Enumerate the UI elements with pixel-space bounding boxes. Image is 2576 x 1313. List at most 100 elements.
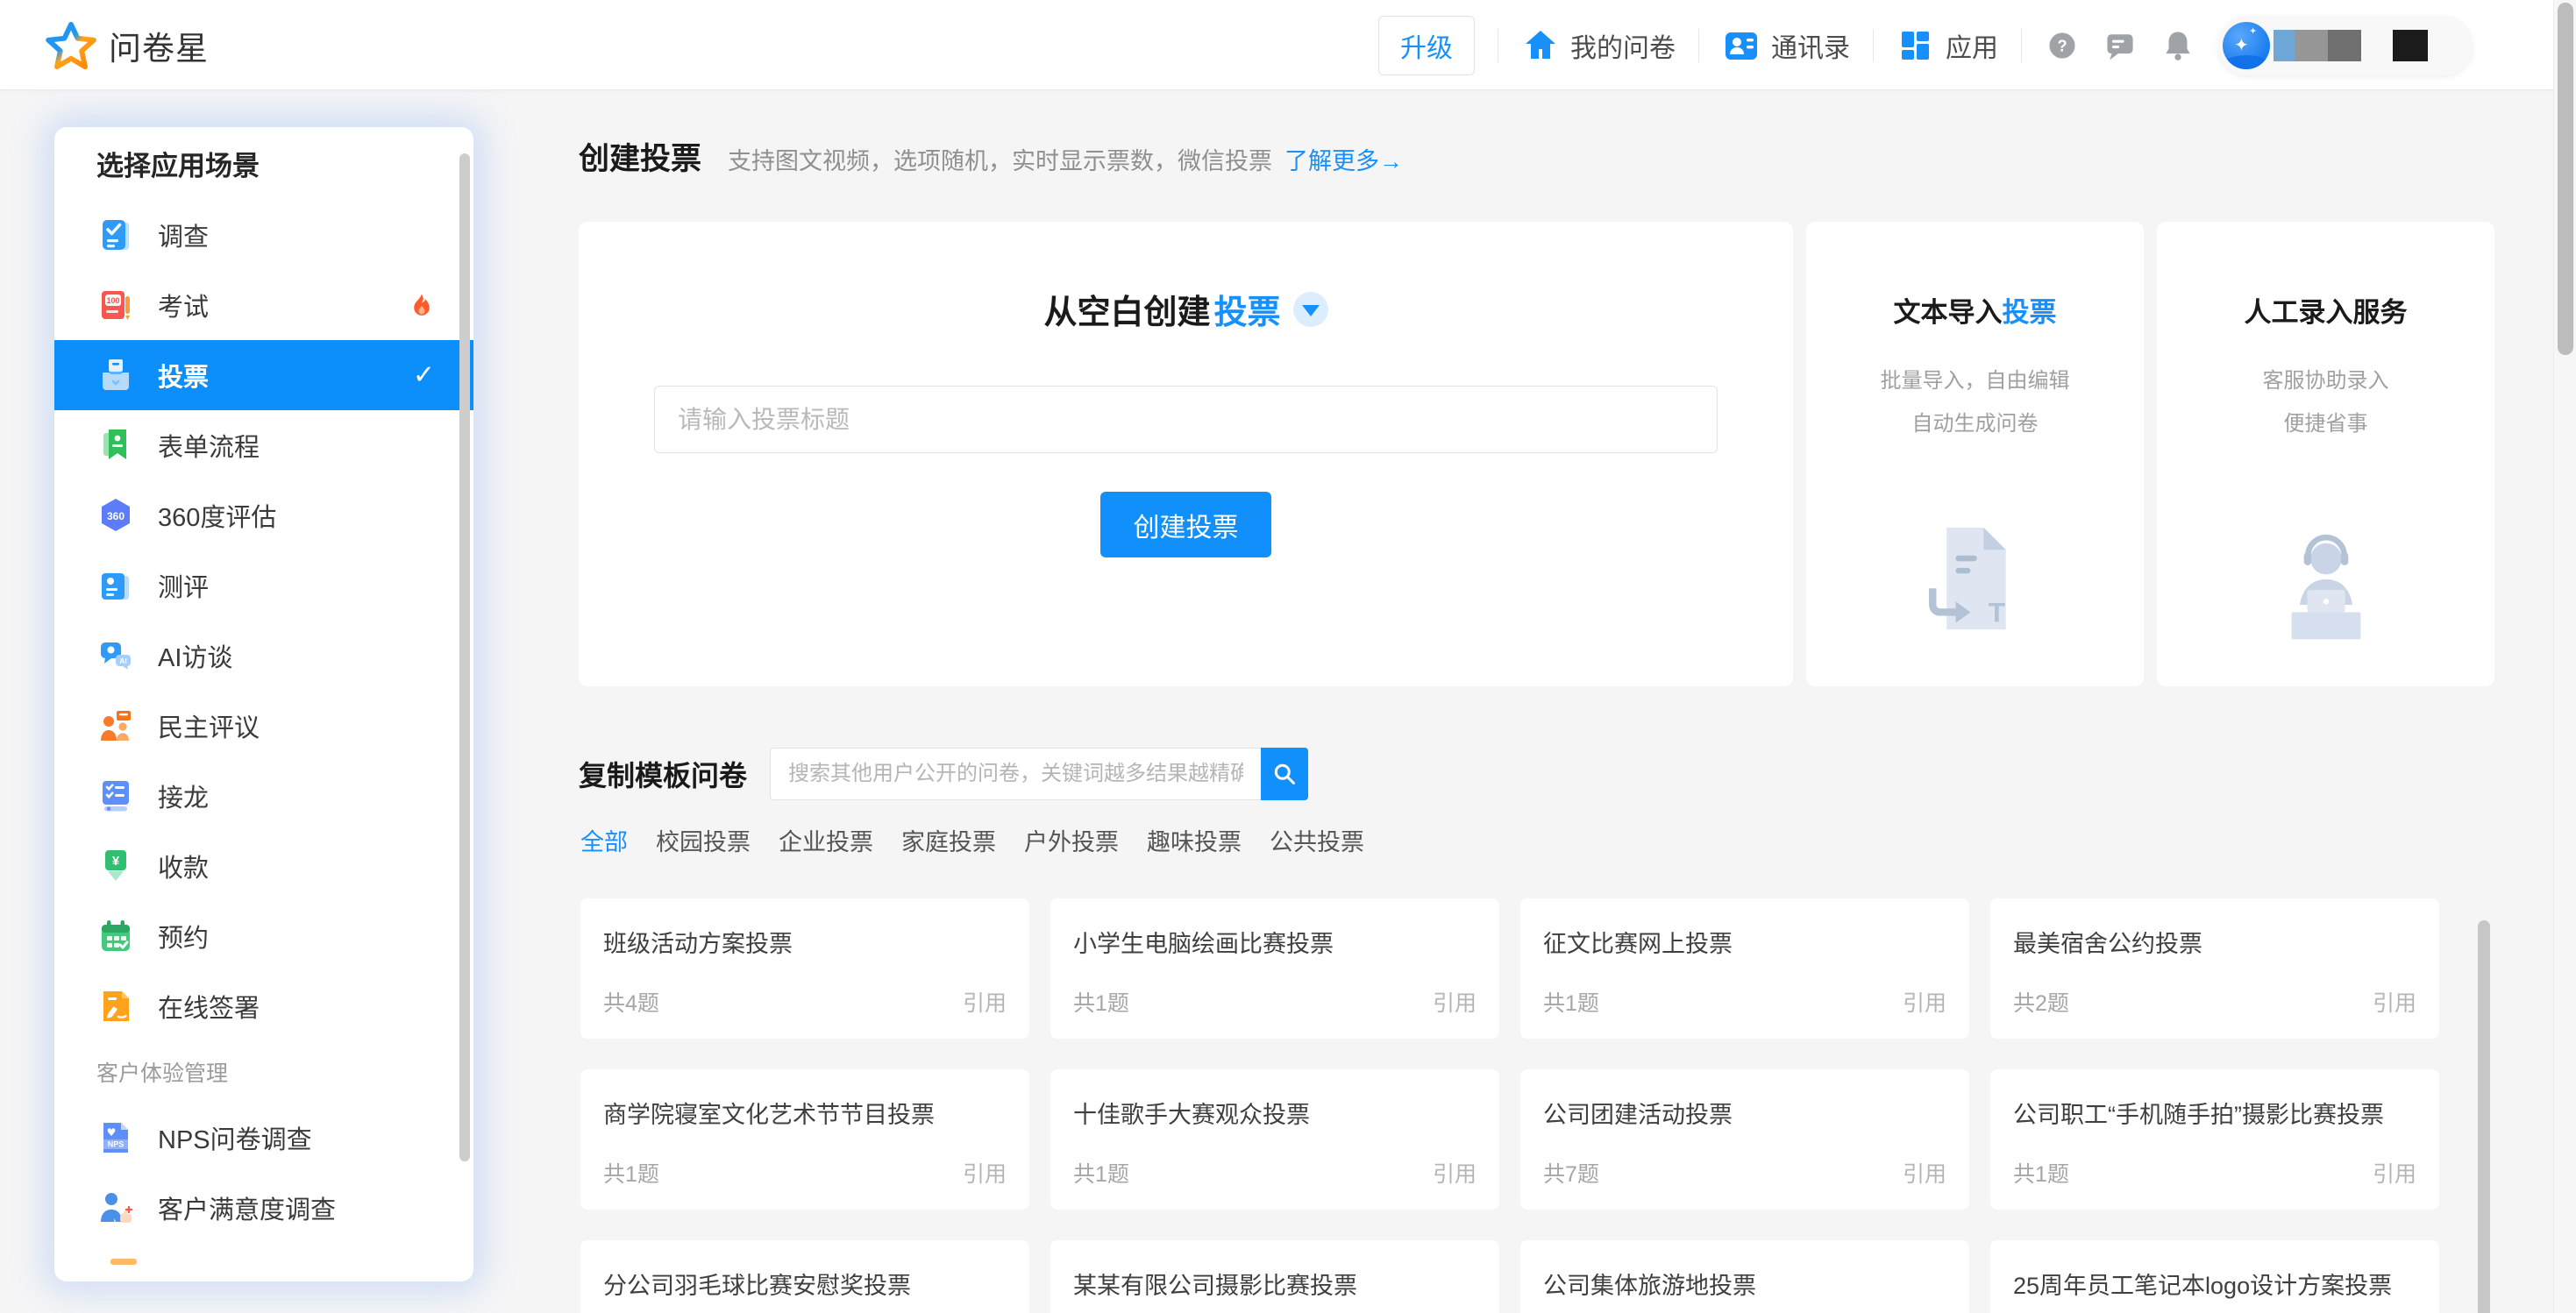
learn-more-link[interactable]: 了解更多→ bbox=[1284, 142, 1403, 181]
nav-apps[interactable]: 应用 bbox=[1896, 26, 1998, 65]
blank-title-black: 从空白创建 bbox=[1043, 285, 1210, 333]
assessment-icon bbox=[96, 566, 135, 605]
nav-label: 我的问卷 bbox=[1570, 26, 1676, 65]
template-card[interactable]: 公司集体旅游地投票 bbox=[1520, 1240, 1969, 1313]
page-scrollbar[interactable] bbox=[2553, 0, 2576, 1313]
template-card[interactable]: 班级活动方案投票 共4题 引用 bbox=[580, 898, 1029, 1039]
page-scrollbar-thumb[interactable] bbox=[2558, 3, 2573, 355]
quote-button[interactable]: 引用 bbox=[2373, 1157, 2416, 1189]
text-import-card[interactable]: 文本导入投票 批量导入，自由编辑 自动生成问卷 T bbox=[1806, 222, 2144, 686]
template-card[interactable]: 商学院寝室文化艺术节节目投票 共1题 引用 bbox=[580, 1069, 1029, 1210]
nav-contacts[interactable]: 通讯录 bbox=[1722, 26, 1850, 65]
sidebar-item-survey[interactable]: 调查 bbox=[54, 200, 473, 270]
content-scrollbar-thumb[interactable] bbox=[2478, 920, 2490, 1313]
quote-button[interactable]: 引用 bbox=[2373, 986, 2416, 1018]
nav-label: 应用 bbox=[1946, 26, 1998, 65]
quote-button[interactable]: 引用 bbox=[963, 1157, 1007, 1189]
form-flow-icon bbox=[96, 426, 135, 465]
sidebar-scrollbar-thumb[interactable] bbox=[459, 153, 470, 1161]
notification-icon[interactable] bbox=[2160, 28, 2195, 63]
template-card[interactable]: 分公司羽毛球比赛安慰奖投票 bbox=[580, 1240, 1029, 1313]
tab-public[interactable]: 公共投票 bbox=[1270, 827, 1364, 857]
template-card[interactable]: 征文比赛网上投票 共1题 引用 bbox=[1520, 898, 1969, 1039]
template-card[interactable]: 十佳歌手大赛观众投票 共1题 引用 bbox=[1050, 1069, 1499, 1210]
brand[interactable]: 问卷星 bbox=[46, 0, 209, 90]
sidebar-item-booking[interactable]: 预约 bbox=[54, 901, 473, 971]
user-account-pill[interactable]: ✦✦ bbox=[2218, 16, 2473, 75]
avatar: ✦✦ bbox=[2223, 22, 2270, 69]
manual-entry-card[interactable]: 人工录入服务 客服协助录入 便捷省事 bbox=[2157, 222, 2494, 686]
template-title: 公司职工“手机随手拍”摄影比赛投票 bbox=[1990, 1069, 2439, 1130]
create-vote-button[interactable]: 创建投票 bbox=[1100, 492, 1271, 557]
quote-button[interactable]: 引用 bbox=[1433, 1157, 1477, 1189]
tab-fun[interactable]: 趣味投票 bbox=[1147, 827, 1242, 857]
sidebar-item-ai-interview[interactable]: AI AI访谈 bbox=[54, 621, 473, 691]
import-title-blue: 投票 bbox=[2003, 297, 2057, 328]
vote-title-input[interactable] bbox=[654, 386, 1718, 453]
sidebar-item-assessment[interactable]: 测评 bbox=[54, 550, 473, 621]
question-count: 共1题 bbox=[1073, 986, 1129, 1018]
svg-text:360: 360 bbox=[107, 510, 125, 522]
partially-visible-item-icon bbox=[110, 1259, 137, 1265]
nav-my-surveys[interactable]: 我的问卷 bbox=[1521, 26, 1676, 65]
sidebar-item-democratic-review[interactable]: 民主评议 bbox=[54, 691, 473, 761]
sidebar-item-label: 表单流程 bbox=[158, 427, 260, 464]
sidebar-item-relay[interactable]: 接龙 bbox=[54, 761, 473, 831]
template-title: 班级活动方案投票 bbox=[580, 898, 1029, 959]
manual-desc-line1: 客服协助录入 bbox=[2157, 363, 2494, 394]
chevron-down-icon bbox=[1302, 305, 1320, 316]
search-icon bbox=[1271, 761, 1298, 787]
tab-campus[interactable]: 校园投票 bbox=[656, 827, 751, 857]
svg-text:¥: ¥ bbox=[112, 854, 120, 869]
manual-desc-line2: 便捷省事 bbox=[2157, 406, 2494, 436]
sidebar-item-label: 调查 bbox=[158, 216, 209, 253]
template-search-input[interactable] bbox=[770, 748, 1261, 800]
template-card[interactable]: 25周年员工笔记本logo设计方案投票 bbox=[1990, 1240, 2439, 1313]
search-button[interactable] bbox=[1261, 748, 1308, 800]
blank-title-blue: 投票 bbox=[1214, 285, 1281, 333]
quote-button[interactable]: 引用 bbox=[1433, 986, 1477, 1018]
sidebar-item-csat-survey[interactable]: 客户满意度调查 bbox=[54, 1173, 473, 1243]
divider bbox=[2021, 29, 2022, 62]
svg-text:T: T bbox=[1988, 597, 2005, 628]
survey-icon bbox=[96, 216, 135, 254]
sidebar-item-payment[interactable]: ¥ 收款 bbox=[54, 831, 473, 901]
nps-icon: ♥ NPS bbox=[96, 1118, 135, 1157]
quote-button[interactable]: 引用 bbox=[1903, 986, 1946, 1018]
upgrade-button[interactable]: 升级 bbox=[1378, 16, 1475, 75]
message-icon[interactable] bbox=[2103, 28, 2138, 63]
quote-button[interactable]: 引用 bbox=[963, 986, 1007, 1018]
sidebar-item-online-sign[interactable]: 在线签署 bbox=[54, 971, 473, 1041]
sidebar-item-form-flow[interactable]: 表单流程 bbox=[54, 410, 473, 480]
svg-text:100: 100 bbox=[106, 296, 119, 305]
question-count: 共4题 bbox=[603, 986, 659, 1018]
sidebar-item-label: 测评 bbox=[158, 567, 209, 604]
tab-all[interactable]: 全部 bbox=[580, 827, 628, 857]
help-icon[interactable]: ? bbox=[2045, 28, 2080, 63]
quote-button[interactable]: 引用 bbox=[1903, 1157, 1946, 1189]
template-card[interactable]: 公司职工“手机随手拍”摄影比赛投票 共1题 引用 bbox=[1990, 1069, 2439, 1210]
template-card[interactable]: 公司团建活动投票 共7题 引用 bbox=[1520, 1069, 1969, 1210]
sidebar-item-label: 预约 bbox=[158, 918, 209, 955]
templates-title: 复制模板问卷 bbox=[579, 748, 747, 800]
sidebar-item-vote[interactable]: 投票 ✓ bbox=[54, 340, 473, 410]
sidebar-item-exam[interactable]: 100 考试 bbox=[54, 270, 473, 340]
sidebar-item-360-review[interactable]: 360 360度评估 bbox=[54, 480, 473, 550]
scene-sidebar: 选择应用场景 调查 100 bbox=[54, 127, 473, 1281]
selected-check-icon: ✓ bbox=[413, 360, 435, 391]
type-dropdown-button[interactable] bbox=[1293, 292, 1328, 327]
question-count: 共7题 bbox=[1543, 1157, 1599, 1189]
tab-family[interactable]: 家庭投票 bbox=[901, 827, 996, 857]
question-count: 共1题 bbox=[603, 1157, 659, 1189]
tab-enterprise[interactable]: 企业投票 bbox=[779, 827, 873, 857]
template-card[interactable]: 某某有限公司摄影比赛投票 bbox=[1050, 1240, 1499, 1313]
page-title: 创建投票 bbox=[579, 140, 701, 179]
sidebar-item-label: 在线签署 bbox=[158, 988, 260, 1025]
import-title-black: 文本导入 bbox=[1894, 297, 2003, 328]
tab-outdoor[interactable]: 户外投票 bbox=[1024, 827, 1119, 857]
sidebar-item-nps-survey[interactable]: ♥ NPS NPS问卷调查 bbox=[54, 1103, 473, 1173]
template-card[interactable]: 小学生电脑绘画比赛投票 共1题 引用 bbox=[1050, 898, 1499, 1039]
template-card[interactable]: 最美宿舍公约投票 共2题 引用 bbox=[1990, 898, 2439, 1039]
template-category-tabs: 全部 校园投票 企业投票 家庭投票 户外投票 趣味投票 公共投票 bbox=[580, 827, 1364, 857]
sidebar-item-label: 考试 bbox=[158, 287, 209, 323]
